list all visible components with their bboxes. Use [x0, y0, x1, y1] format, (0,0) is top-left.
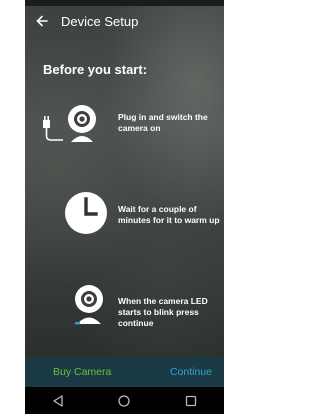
home-circle-icon[interactable] — [117, 394, 131, 408]
step-text: Wait for a couple of minutes for it to w… — [118, 204, 220, 225]
back-triangle-icon[interactable] — [51, 394, 65, 408]
continue-button[interactable]: Continue — [170, 366, 212, 378]
camera-led-icon — [75, 285, 103, 325]
step-text: Plug in and switch the camera on — [118, 112, 208, 133]
system-nav-bar — [25, 387, 224, 414]
clock-icon — [65, 192, 107, 234]
section-heading: Before you start: — [43, 62, 148, 77]
back-arrow-icon[interactable] — [31, 10, 53, 32]
app-bar: Device Setup — [25, 6, 224, 36]
camera-plug-icon — [43, 105, 96, 142]
action-bar: Buy Camera Continue — [25, 357, 224, 387]
step-item-warm-up: Wait for a couple of minutes for it to w… — [25, 190, 224, 240]
phone-screen: Device Setup Before you start: Plug in a… — [25, 0, 224, 414]
step-item-plug-in: Plug in and switch the camera on — [25, 100, 224, 150]
buy-camera-button[interactable]: Buy Camera — [53, 366, 111, 378]
page-title: Device Setup — [61, 13, 139, 29]
step-text: When the camera LED starts to blink pres… — [118, 296, 208, 328]
recents-square-icon[interactable] — [184, 394, 198, 408]
step-item-led-blink: When the camera LED starts to blink pres… — [25, 282, 224, 332]
